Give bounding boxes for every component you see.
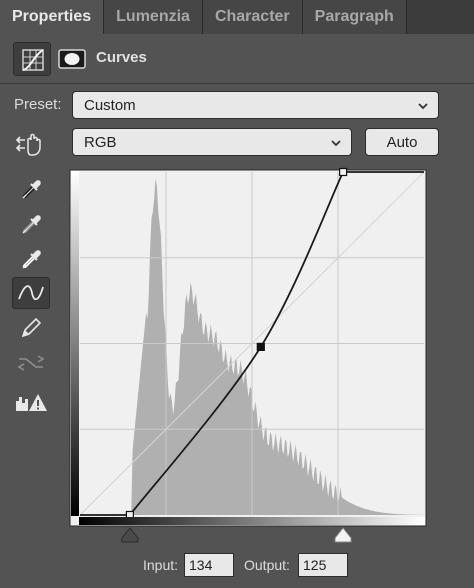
output-gradient-bar [71, 171, 79, 516]
output-label: Output: [244, 557, 290, 573]
output-field[interactable]: 125 [298, 553, 348, 577]
input-label: Input: [143, 557, 179, 573]
curve-control-point[interactable] [339, 167, 348, 177]
black-point-slider[interactable] [121, 527, 139, 543]
curve-control-point[interactable] [256, 342, 265, 351]
input-field[interactable]: 134 [184, 553, 234, 577]
curves-graph[interactable] [0, 0, 474, 560]
properties-panel: Properties Lumenzia Character Paragraph … [0, 0, 474, 588]
white-point-slider[interactable] [334, 527, 352, 543]
input-gradient-bar [79, 517, 425, 525]
